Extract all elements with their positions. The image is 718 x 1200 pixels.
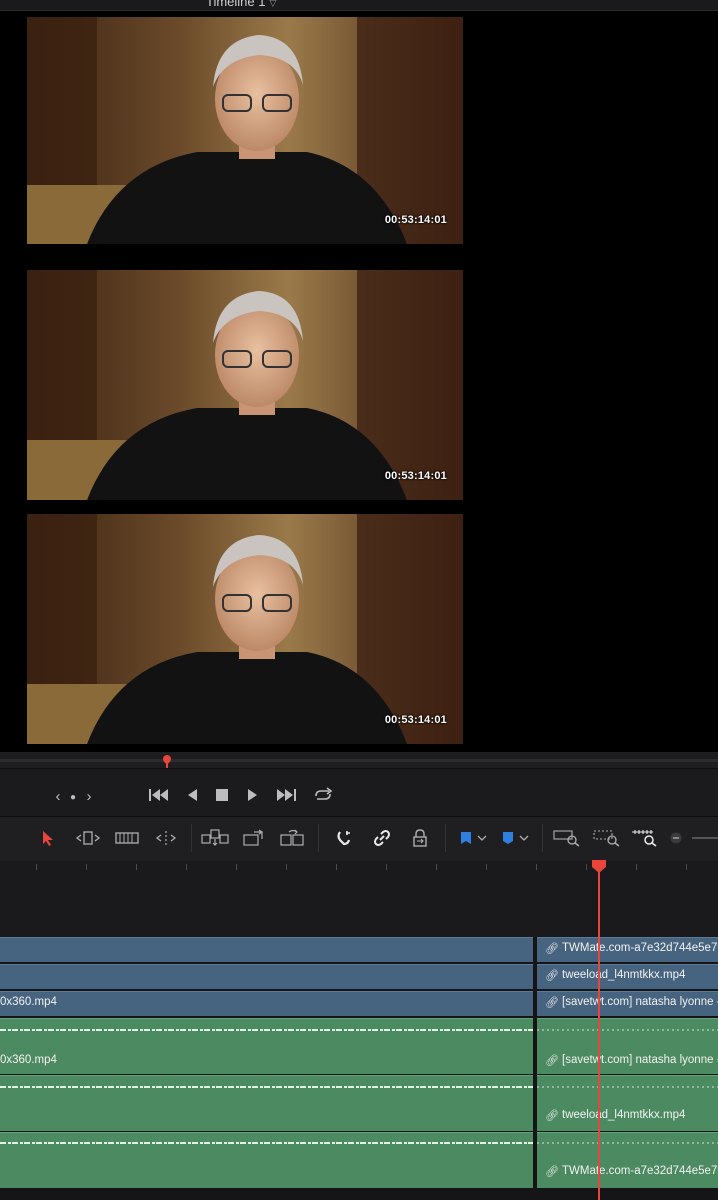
link-icon: 🔗︎ bbox=[545, 997, 559, 1009]
viewer-frame-1: 00:53:14:01 bbox=[27, 17, 463, 244]
transport-controls-bar bbox=[0, 768, 718, 817]
ruler-tick bbox=[286, 864, 287, 870]
timeline-title-dropdown[interactable]: Timeline 1 ▽ bbox=[206, 0, 276, 9]
prev-clip-button[interactable]: ‹ bbox=[52, 789, 64, 805]
ruler-tick bbox=[386, 864, 387, 870]
clip-label: TWMate.com-a7e32d744e5e7o bbox=[562, 1165, 718, 1177]
selection-arrow-icon[interactable] bbox=[40, 828, 56, 848]
viewer-header bbox=[0, 0, 718, 11]
custom-zoom-icon[interactable] bbox=[630, 828, 660, 848]
link-icon: 🔗︎ bbox=[545, 1166, 559, 1178]
skip-to-start-icon[interactable] bbox=[148, 788, 170, 806]
frame-timecode: 00:53:14:01 bbox=[384, 470, 447, 482]
detail-zoom-icon[interactable] bbox=[592, 828, 622, 848]
clip-label: [savetwt.com] natasha lyonne - bbox=[562, 1054, 718, 1066]
video-frame-image bbox=[27, 514, 463, 744]
viewer-frame-3: 00:53:14:01 bbox=[27, 514, 463, 744]
frame-timecode: 00:53:14:01 bbox=[384, 714, 447, 726]
link-icon: 🔗︎ bbox=[545, 1110, 559, 1122]
video-frame-image bbox=[27, 17, 463, 244]
replace-clip-icon[interactable] bbox=[278, 828, 308, 848]
toolbar-divider bbox=[445, 824, 446, 852]
clip-label: TWMate.com-a7e32d744e5e7o bbox=[562, 942, 718, 954]
timeline-title: Timeline 1 bbox=[206, 0, 266, 9]
loop-icon[interactable] bbox=[312, 787, 334, 807]
next-clip-button[interactable]: › bbox=[83, 789, 95, 805]
chevron-down-icon: ▽ bbox=[269, 0, 277, 8]
audio-waveform bbox=[537, 1086, 718, 1088]
position-lock-icon[interactable] bbox=[410, 828, 430, 848]
ruler-tick bbox=[236, 864, 237, 870]
audio-waveform bbox=[0, 1029, 533, 1031]
audio-waveform bbox=[537, 1029, 718, 1031]
clip-label: [savetwt.com] natasha lyonne - bbox=[562, 996, 718, 1008]
playhead-handle-icon[interactable] bbox=[591, 860, 607, 874]
video-clip[interactable] bbox=[0, 937, 533, 962]
ruler-tick bbox=[436, 864, 437, 870]
full-extent-zoom-icon[interactable] bbox=[552, 828, 582, 848]
link-icon: 🔗︎ bbox=[545, 970, 559, 982]
ruler-tick bbox=[486, 864, 487, 870]
link-icon: 🔗︎ bbox=[545, 1055, 559, 1067]
toolbar-divider bbox=[542, 824, 543, 852]
ruler-tick bbox=[586, 864, 587, 870]
play-icon[interactable] bbox=[246, 788, 260, 806]
blade-icon[interactable] bbox=[152, 828, 180, 848]
timeline-ruler[interactable] bbox=[0, 861, 718, 904]
audio-waveform bbox=[0, 1142, 533, 1144]
clip-label: 0x360.mp4 bbox=[0, 996, 57, 1008]
clip-label: 0x360.mp4 bbox=[0, 1054, 57, 1066]
audio-waveform bbox=[537, 1142, 718, 1144]
snapping-icon[interactable] bbox=[334, 828, 354, 848]
marker-icon[interactable] bbox=[498, 828, 532, 848]
stop-icon[interactable] bbox=[215, 789, 229, 805]
timeline-empty-track[interactable] bbox=[0, 903, 718, 937]
linked-selection-icon[interactable] bbox=[372, 828, 392, 848]
skip-to-end-icon[interactable] bbox=[275, 788, 297, 806]
timeline-playhead[interactable] bbox=[598, 862, 600, 1200]
overwrite-clip-icon[interactable] bbox=[241, 828, 267, 848]
ruler-tick bbox=[536, 864, 537, 870]
ruler-tick bbox=[186, 864, 187, 870]
video-clip[interactable] bbox=[0, 991, 533, 1016]
video-clip[interactable] bbox=[0, 964, 533, 989]
ruler-tick bbox=[686, 864, 687, 870]
zoom-out-icon[interactable] bbox=[669, 828, 683, 848]
video-frame-image bbox=[27, 270, 463, 500]
scrub-track[interactable] bbox=[0, 759, 718, 762]
ruler-tick bbox=[36, 864, 37, 870]
ruler-tick bbox=[636, 864, 637, 870]
toolbar-divider bbox=[318, 824, 319, 852]
ruler-tick bbox=[136, 864, 137, 870]
play-reverse-icon[interactable] bbox=[185, 788, 199, 806]
current-dot-icon[interactable]: ● bbox=[66, 790, 80, 806]
zoom-slider[interactable] bbox=[692, 837, 718, 839]
toolbar-divider bbox=[191, 824, 192, 852]
frame-timecode: 00:53:14:01 bbox=[384, 214, 447, 226]
trim-edit-icon[interactable] bbox=[73, 828, 103, 848]
viewer-frame-2: 00:53:14:01 bbox=[27, 270, 463, 500]
clip-label: tweeload_l4nmtkkx.mp4 bbox=[562, 969, 686, 981]
link-icon: 🔗︎ bbox=[545, 943, 559, 955]
flag-icon[interactable] bbox=[456, 828, 490, 848]
audio-waveform bbox=[0, 1086, 533, 1088]
insert-clip-icon[interactable] bbox=[200, 828, 230, 848]
dynamic-trim-icon[interactable] bbox=[114, 828, 140, 848]
clip-label: tweeload_l4nmtkkx.mp4 bbox=[562, 1109, 686, 1121]
ruler-tick bbox=[336, 864, 337, 870]
ruler-tick bbox=[86, 864, 87, 870]
